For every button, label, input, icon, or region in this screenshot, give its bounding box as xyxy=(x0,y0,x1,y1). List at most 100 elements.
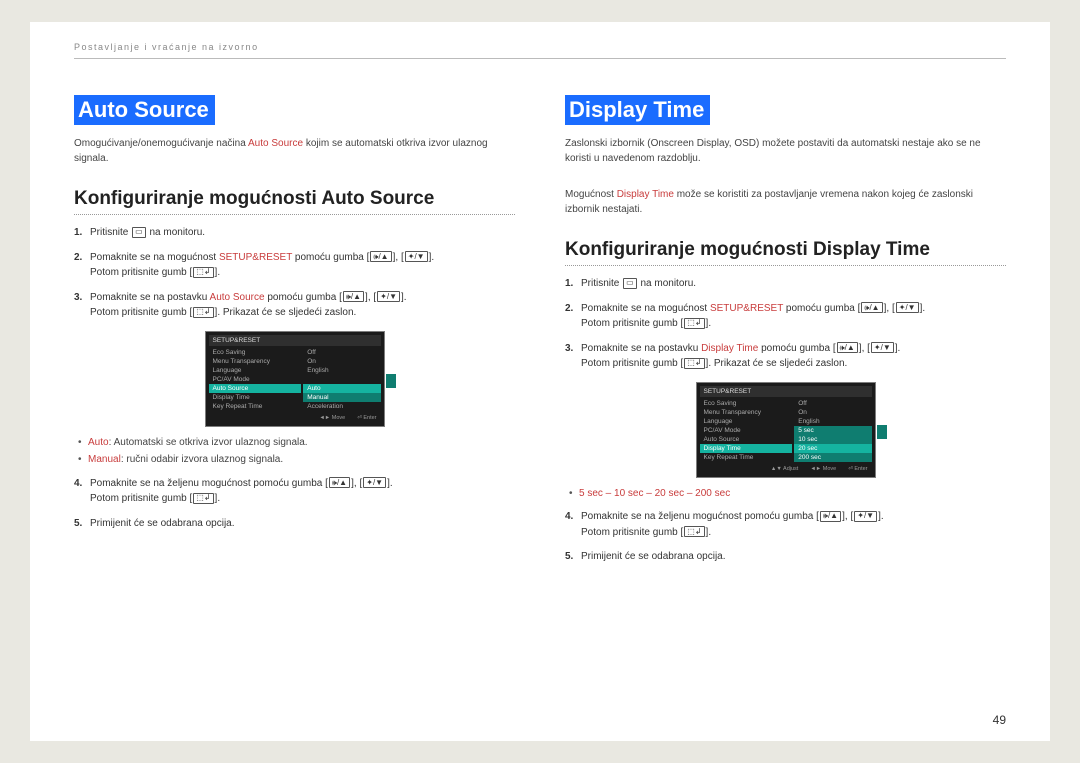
column-left: Auto Source Omogućivanje/onemogućivanje … xyxy=(74,95,515,574)
osd-row: PC/AV Mode xyxy=(213,376,250,383)
text-red: Auto Source xyxy=(210,292,265,303)
subheading-left: Konfiguriranje mogućnosti Auto Source xyxy=(74,188,515,215)
subheading-right: Konfiguriranje mogućnosti Display Time xyxy=(565,239,1006,266)
step-1: 1. Pritisnite ▭ na monitoru. xyxy=(74,225,515,241)
enter-icon: ⬚↲ xyxy=(684,318,704,329)
vol-up-icon: 🕪/▲ xyxy=(329,477,350,488)
step-2: 2. Pomaknite se na mogućnost SETUP&RESET… xyxy=(74,250,515,281)
text: : Automatski se otkriva izvor ulaznog si… xyxy=(109,437,308,448)
btn-down-icon: ✦/▼ xyxy=(377,291,400,302)
osd-val: English xyxy=(798,418,819,425)
osd-val-hl: 20 sec xyxy=(798,445,817,452)
osd-val: 200 sec xyxy=(798,454,821,461)
vol-up-icon: 🕪/▲ xyxy=(837,342,858,353)
column-right: Display Time Zaslonski izbornik (Onscree… xyxy=(565,95,1006,574)
osd-row: Menu Transparency xyxy=(213,358,270,365)
vol-up-icon: 🕪/▲ xyxy=(370,251,391,262)
bullet-item: Auto: Automatski se otkriva izvor ulazno… xyxy=(78,435,515,451)
intro-text-left: Omogućivanje/onemogućivanje načina Auto … xyxy=(74,137,515,166)
step-4: 4. Pomaknite se na željenu mogućnost pom… xyxy=(74,476,515,507)
osd-row: Eco Saving xyxy=(213,349,246,356)
menu-icon: ▭ xyxy=(623,278,637,289)
osd-title: SETUP&RESET xyxy=(700,386,872,397)
steps-left: 1. Pritisnite ▭ na monitoru. 2. Pomaknit… xyxy=(74,225,515,321)
osd-row: Key Repeat Time xyxy=(213,403,263,410)
text-red: 5 sec – 10 sec – 20 sec – 200 sec xyxy=(579,488,730,499)
osd-row: Language xyxy=(213,367,242,374)
osd-row: Menu Transparency xyxy=(704,409,761,416)
osd-row-hl: Auto Source xyxy=(213,385,249,392)
osd-val: Acceleration xyxy=(307,403,343,410)
vol-up-icon: 🕪/▲ xyxy=(343,291,364,302)
text: na monitoru. xyxy=(638,278,696,289)
btn-down-icon: ✦/▼ xyxy=(854,511,877,522)
osd-foot-item: ⏎ Enter xyxy=(357,415,376,421)
breadcrumb: Postavljanje i vraćanje na izvorno xyxy=(74,42,1006,59)
text: Primijenit će se odabrana opcija. xyxy=(90,518,235,529)
text: . xyxy=(708,527,711,538)
steps-right-cont: 4. Pomaknite se na željenu mogućnost pom… xyxy=(565,509,1006,565)
osd-val-hl: Auto xyxy=(307,385,320,392)
osd-val: 10 sec xyxy=(798,436,817,443)
text: pomoću gumba xyxy=(265,292,340,303)
enter-icon: ⬚↲ xyxy=(684,526,704,537)
osd-panel: SETUP&RESET Eco Saving Menu Transparency… xyxy=(696,382,876,478)
step-5: 5. Primijenit će se odabrana opcija. xyxy=(74,516,515,532)
text: pomoću gumba xyxy=(783,303,858,314)
osd-title: SETUP&RESET xyxy=(209,335,381,346)
osd-foot-item: ◄► Move xyxy=(319,415,345,421)
intro-text-right-2: Mogućnost Display Time može se koristiti… xyxy=(565,188,1006,217)
text: Potom pritisnite gumb xyxy=(581,318,681,329)
text-red: Display Time xyxy=(701,343,758,354)
text: pomoću gumba xyxy=(758,343,833,354)
osd-row: Language xyxy=(704,418,733,425)
osd-row-hl: Display Time xyxy=(704,445,741,452)
text: Potom pritisnite gumb xyxy=(90,493,190,504)
text: . Prikazat će se sljedeći zaslon. xyxy=(708,358,847,369)
steps-right: 1. Pritisnite ▭ na monitoru. 2. Pomaknit… xyxy=(565,276,1006,372)
step-4: 4. Pomaknite se na željenu mogućnost pom… xyxy=(565,509,1006,540)
btn-down-icon: ✦/▼ xyxy=(896,302,919,313)
osd-row: Key Repeat Time xyxy=(704,454,754,461)
osd-screenshot-right: SETUP&RESET Eco Saving Menu Transparency… xyxy=(565,382,1006,478)
osd-val: On xyxy=(307,358,316,365)
osd-val: English xyxy=(307,367,328,374)
text: Mogućnost xyxy=(565,189,617,200)
two-column-layout: Auto Source Omogućivanje/onemogućivanje … xyxy=(74,69,1006,574)
text: Pritisnite xyxy=(581,278,622,289)
btn-down-icon: ✦/▼ xyxy=(405,251,428,262)
menu-icon: ▭ xyxy=(132,227,146,238)
steps-left-cont: 4. Pomaknite se na željenu mogućnost pom… xyxy=(74,476,515,532)
text-red: Display Time xyxy=(617,189,674,200)
osd-val: Off xyxy=(307,349,316,356)
btn-down-icon: ✦/▼ xyxy=(363,477,386,488)
step-3: 3. Pomaknite se na postavku Display Time… xyxy=(565,341,1006,372)
heading-auto-source: Auto Source xyxy=(74,95,215,125)
intro-text-right-1: Zaslonski izbornik (Onscreen Display, OS… xyxy=(565,137,1006,166)
osd-row: Auto Source xyxy=(704,436,740,443)
bullet-item: Manual: ručni odabir izvora ulaznog sign… xyxy=(78,452,515,468)
text: Potom pritisnite gumb xyxy=(90,307,190,318)
step-2: 2. Pomaknite se na mogućnost SETUP&RESET… xyxy=(565,301,1006,332)
osd-foot-item: ◄► Move xyxy=(810,466,836,472)
enter-icon: ⬚↲ xyxy=(193,493,213,504)
step-1: 1. Pritisnite ▭ na monitoru. xyxy=(565,276,1006,292)
text: Pomaknite se na mogućnost xyxy=(90,252,219,263)
text-red: Manual xyxy=(88,454,121,465)
btn-down-icon: ✦/▼ xyxy=(871,342,894,353)
osd-row: Display Time xyxy=(213,394,250,401)
text: pomoću gumba xyxy=(292,252,367,263)
bullet-item: 5 sec – 10 sec – 20 sec – 200 sec xyxy=(569,486,1006,502)
osd-row: Eco Saving xyxy=(704,400,737,407)
text: Pomaknite se na postavku xyxy=(90,292,210,303)
osd-side-tab xyxy=(877,425,887,439)
intro-red: Auto Source xyxy=(248,138,303,149)
osd-val: Off xyxy=(798,400,807,407)
text: Pomaknite se na željenu mogućnost pomoću… xyxy=(581,511,816,522)
text: Primijenit će se odabrana opcija. xyxy=(581,551,726,562)
intro-pre: Omogućivanje/onemogućivanje načina xyxy=(74,138,248,149)
text: . xyxy=(217,493,220,504)
text: Pomaknite se na mogućnost xyxy=(581,303,710,314)
text-red: Auto xyxy=(88,437,109,448)
osd-val: 5 sec xyxy=(798,427,814,434)
